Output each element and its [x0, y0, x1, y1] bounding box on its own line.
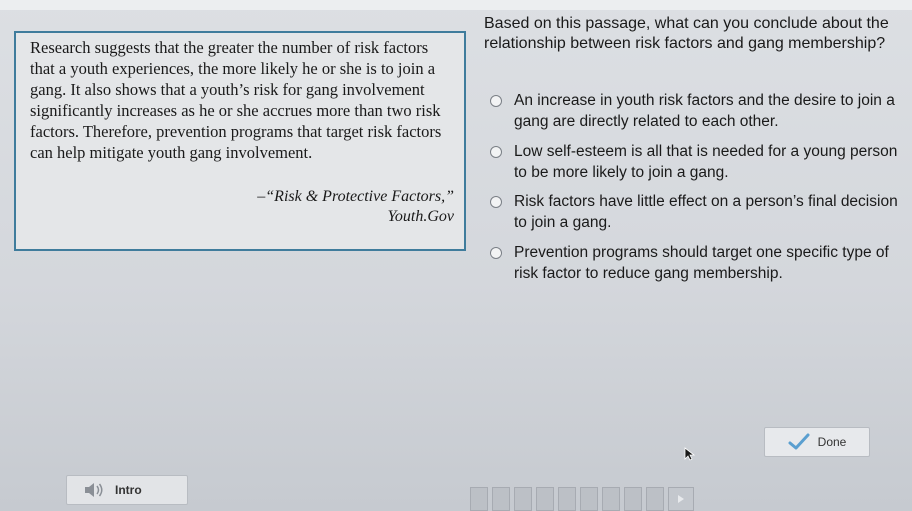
answer-option-4[interactable]: Prevention programs should target one sp… — [490, 242, 900, 284]
progress-cell[interactable] — [514, 487, 532, 511]
question-text: Based on this passage, what can you conc… — [484, 15, 889, 52]
intro-label: Intro — [115, 483, 142, 497]
done-label: Done — [817, 435, 847, 449]
radio-button[interactable] — [490, 247, 502, 259]
progress-cell[interactable] — [646, 487, 664, 511]
top-strip — [0, 0, 912, 10]
radio-button[interactable] — [490, 196, 502, 208]
progress-cell[interactable] — [536, 487, 554, 511]
progress-cell[interactable] — [624, 487, 642, 511]
progress-bar — [470, 487, 700, 511]
answer-option-label: An increase in youth risk factors and th… — [514, 92, 895, 130]
play-triangle-icon — [678, 495, 684, 503]
next-button[interactable] — [668, 487, 694, 511]
progress-cell[interactable] — [580, 487, 598, 511]
attribution-line-2: Youth.Gov — [387, 208, 454, 225]
passage-box: Research suggests that the greater the n… — [14, 31, 466, 251]
radio-button[interactable] — [490, 146, 502, 158]
answer-option-3[interactable]: Risk factors have little effect on a per… — [490, 191, 900, 233]
radio-button[interactable] — [490, 95, 502, 107]
passage-attribution: –“Risk & Protective Factors,” Youth.Gov — [257, 187, 454, 227]
check-icon — [788, 433, 810, 450]
answer-option-label: Risk factors have little effect on a per… — [514, 193, 898, 231]
progress-cell[interactable] — [602, 487, 620, 511]
answer-options: An increase in youth risk factors and th… — [490, 90, 900, 293]
passage-text: Research suggests that the greater the n… — [30, 38, 442, 162]
progress-cell[interactable] — [558, 487, 576, 511]
mouse-cursor-icon — [684, 447, 696, 461]
attribution-line-1: –“Risk & Protective Factors,” — [257, 188, 454, 205]
screen: Research suggests that the greater the n… — [0, 0, 912, 511]
answer-option-1[interactable]: An increase in youth risk factors and th… — [490, 90, 900, 132]
done-button[interactable]: Done — [764, 427, 870, 457]
progress-cell[interactable] — [470, 487, 488, 511]
progress-cell[interactable] — [492, 487, 510, 511]
answer-option-label: Low self-esteem is all that is needed fo… — [514, 143, 898, 181]
speaker-icon — [85, 483, 103, 497]
answer-option-2[interactable]: Low self-esteem is all that is needed fo… — [490, 141, 900, 183]
answer-option-label: Prevention programs should target one sp… — [514, 244, 889, 282]
intro-button[interactable]: Intro — [66, 475, 188, 505]
